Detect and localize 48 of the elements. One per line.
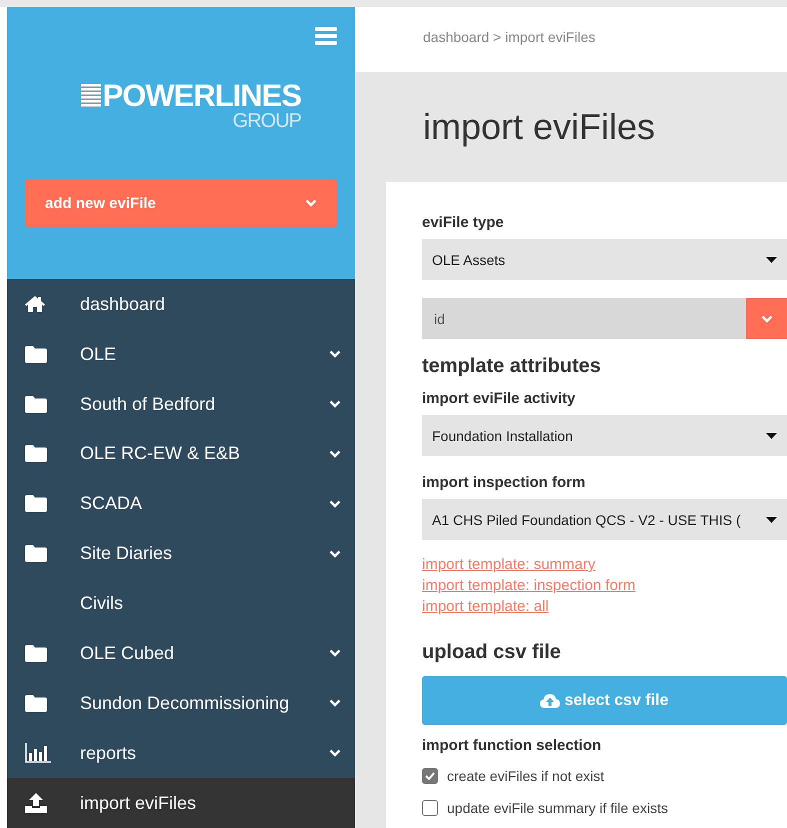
sidebar-item[interactable]: Site Diaries <box>7 528 355 579</box>
home-icon <box>25 296 45 312</box>
sidebar-item[interactable]: reports <box>7 728 355 778</box>
folder-icon <box>25 694 47 712</box>
caret-icon <box>766 432 777 438</box>
folder-icon <box>25 644 47 662</box>
sidebar-item[interactable]: OLE RC-EW & E&B <box>7 428 355 479</box>
folder-icon <box>25 346 47 363</box>
sidebar-item[interactable]: OLE <box>7 329 355 380</box>
field-label: import eviFile activity <box>422 390 576 407</box>
checkbox[interactable] <box>422 800 438 816</box>
folder-icon <box>25 445 47 462</box>
sidebar-item[interactable]: SCADA <box>7 478 355 529</box>
sidebar-item[interactable]: Civils <box>7 578 355 628</box>
section-title: template attributes <box>422 355 602 378</box>
caret-icon <box>766 516 777 522</box>
type-select[interactable]: OLE Assets <box>422 239 787 280</box>
cloud-upload-icon <box>540 694 560 708</box>
chevron-icon <box>760 314 772 322</box>
folder-icon <box>25 545 47 562</box>
field-label: eviFile type <box>422 214 505 231</box>
logo-subtitle: GROUP <box>232 111 301 131</box>
checkmark-icon <box>425 772 435 780</box>
logo-text: POWERLINES <box>102 81 301 111</box>
checkbox-label: update eviFile summary if file exists <box>447 800 668 816</box>
menu-icon[interactable] <box>315 27 337 45</box>
id-field[interactable]: id <box>422 298 746 339</box>
folder-icon <box>25 495 47 512</box>
section-title: upload csv file <box>422 641 562 664</box>
sidebar-item[interactable]: import eviFiles <box>7 778 355 828</box>
checkbox[interactable] <box>422 768 438 784</box>
sidebar-item[interactable]: Sundon Decommissioning <box>7 678 355 728</box>
sidebar-item[interactable]: OLE Cubed <box>7 628 355 678</box>
upload-icon <box>25 793 47 814</box>
page-title: import eviFiles <box>422 105 656 149</box>
checkbox-label: create eviFiles if not exist <box>447 768 604 784</box>
folder-icon <box>25 396 47 413</box>
activity-select[interactable]: Foundation Installation <box>422 415 787 456</box>
sidebar-item[interactable]: South of Bedford <box>7 379 355 429</box>
bar-chart-icon <box>25 743 51 764</box>
caret-icon <box>766 256 777 262</box>
breadcrumb: dashboard > import eviFiles <box>355 7 787 72</box>
inspection-select[interactable]: A1 CHS Piled Foundation QCS - V2 - USE THIS ( <box>422 499 787 540</box>
stripes-icon <box>80 84 101 108</box>
field-label: import inspection form <box>422 474 586 491</box>
field-label: import function selection <box>422 737 602 754</box>
sidebar-item[interactable]: dashboard <box>7 279 355 330</box>
chevron-icon <box>305 199 317 207</box>
